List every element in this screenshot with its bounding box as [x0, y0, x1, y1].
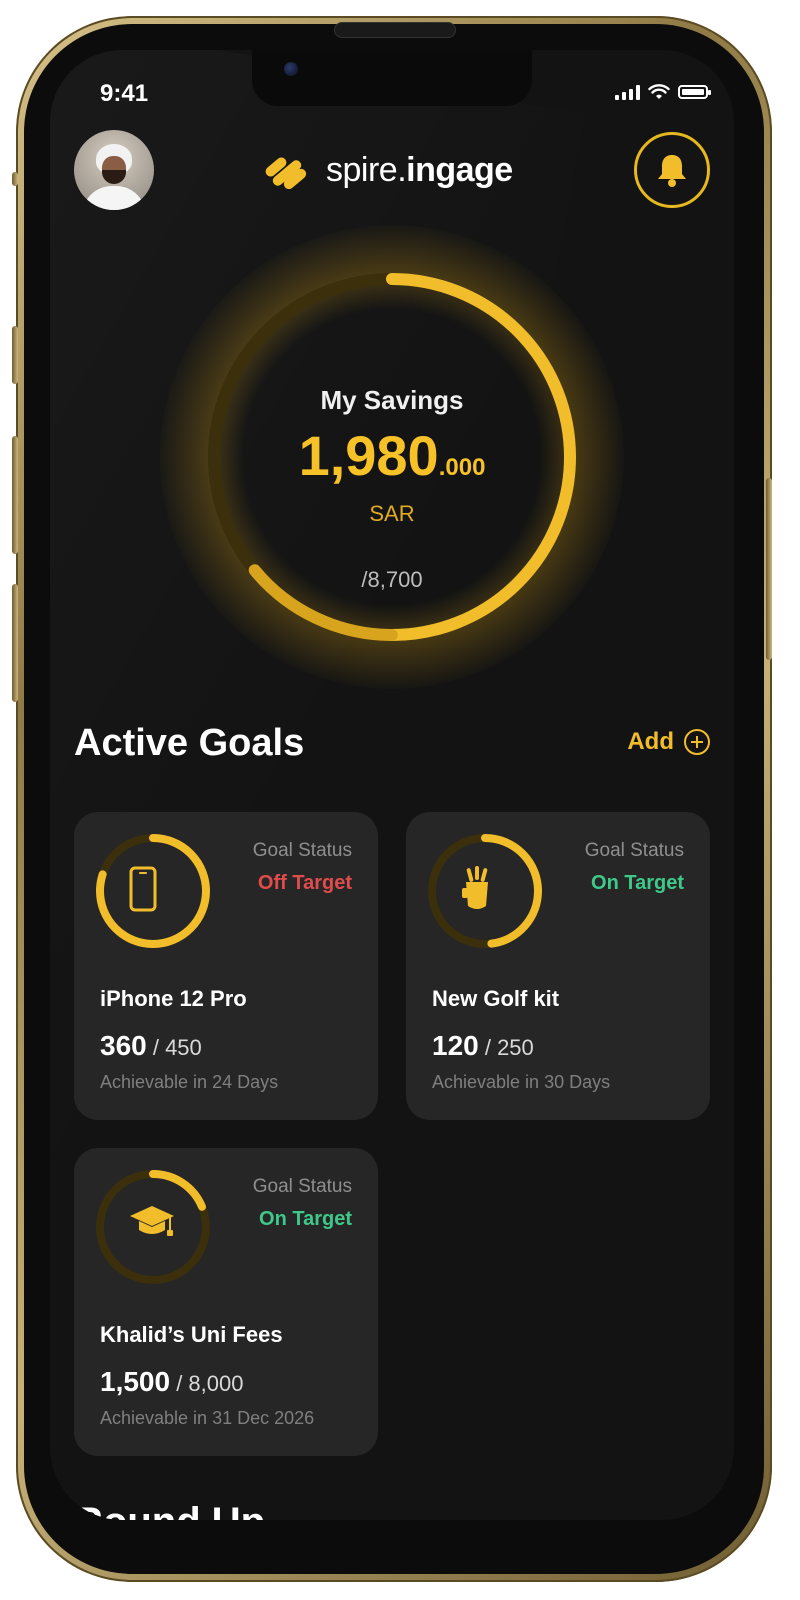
goal-status-label: Goal Status: [252, 840, 352, 861]
signal-icon: [615, 84, 640, 100]
add-goal-button[interactable]: Add: [627, 728, 710, 756]
notification-button[interactable]: [634, 132, 710, 208]
avatar[interactable]: [74, 130, 154, 210]
logo-text: spire.ingage: [326, 150, 513, 189]
goal-progress: 120 / 250: [432, 1030, 534, 1061]
goal-status-label: Goal Status: [584, 840, 684, 861]
bell-icon: [658, 155, 686, 187]
phone-side-button: [12, 436, 18, 554]
goal-name: New Golf kit: [432, 986, 560, 1011]
goal-status-value: On Target: [259, 1208, 352, 1230]
goal-progress-ring: [426, 832, 544, 950]
savings-label: My Savings: [320, 385, 464, 415]
goal-progress: 360 / 450: [100, 1030, 202, 1061]
goal-status-value: Off Target: [257, 872, 352, 894]
goal-progress-ring: [94, 1168, 212, 1286]
savings-currency: SAR: [369, 501, 415, 526]
goal-eta: Achievable in 30 Days: [432, 1072, 611, 1092]
active-goals-title: Active Goals: [74, 722, 305, 764]
plus-circle-icon: [684, 729, 710, 755]
phone-icon: [128, 866, 178, 916]
app-screen: 9:41 spire.ingage My Savings 1,980.000 S…: [50, 50, 734, 1520]
goal-name: Khalid’s Uni Fees: [100, 1322, 283, 1347]
phone-side-button: [766, 478, 772, 660]
golf-bag-icon: [460, 866, 510, 916]
savings-target: /8,700: [361, 567, 423, 592]
goal-card[interactable]: Goal Status On Target New Golf kit 120 /…: [406, 812, 710, 1120]
goal-eta: Achievable in 24 Days: [100, 1072, 279, 1092]
goal-progress: 1,500 / 8,000: [100, 1366, 244, 1397]
add-goal-label: Add: [627, 728, 674, 755]
goal-status-label: Goal Status: [252, 1176, 352, 1197]
graduation-cap-icon: [128, 1202, 178, 1252]
goal-card[interactable]: Goal Status Off Target iPhone 12 Pro 360…: [74, 812, 378, 1120]
status-icons: [615, 84, 711, 100]
phone-speaker: [334, 22, 456, 38]
phone-side-button: [12, 172, 18, 186]
goal-status-value: On Target: [591, 872, 684, 894]
savings-ring: My Savings 1,980.000 SAR /8,700: [160, 225, 624, 689]
notch: [252, 50, 532, 106]
goal-name: iPhone 12 Pro: [100, 986, 247, 1011]
battery-icon: [678, 85, 711, 99]
round-up-title: Round Up: [74, 1500, 265, 1520]
logo-icon: [265, 157, 307, 190]
camera-icon: [284, 62, 298, 76]
phone-side-button: [12, 584, 18, 702]
goal-card[interactable]: Goal Status On Target Khalid’s Uni Fees …: [74, 1148, 378, 1456]
wifi-icon: [648, 84, 670, 99]
goal-progress-ring: [94, 832, 212, 950]
status-time: 9:41: [100, 80, 149, 107]
savings-amount: 1,980.000: [298, 424, 486, 487]
phone-side-button: [12, 326, 18, 384]
app-logo: spire.ingage: [260, 142, 513, 198]
goal-eta: Achievable in 31 Dec 2026: [100, 1408, 315, 1428]
